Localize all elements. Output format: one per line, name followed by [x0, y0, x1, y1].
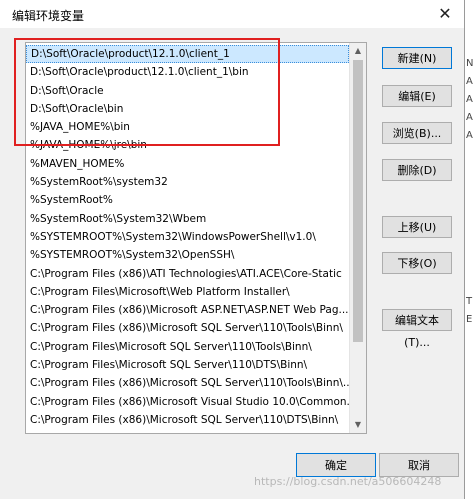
path-list-item[interactable]: %SystemRoot%\System32\Wbem	[26, 210, 349, 228]
background-window-text: T	[466, 296, 473, 307]
browse-button[interactable]: 浏览(B)...	[382, 122, 452, 144]
close-icon[interactable]: ✕	[432, 2, 458, 26]
path-list-item[interactable]: C:\Program Files\Microsoft SQL Server\11…	[26, 338, 349, 356]
path-list-item[interactable]: C:\Program Files\Microsoft SQL Server\11…	[26, 356, 349, 374]
new-button[interactable]: 新建(N)	[382, 47, 452, 69]
path-list-item[interactable]: C:\Program Files (x86)\Microsoft SQL Ser…	[26, 319, 349, 337]
scroll-down-arrow-icon[interactable]: ▼	[350, 417, 366, 433]
background-window-text: A	[466, 94, 473, 105]
move-down-button[interactable]: 下移(O)	[382, 252, 452, 274]
background-window-text: A	[466, 130, 473, 141]
annotation-highlight-box	[14, 38, 280, 146]
path-list-item[interactable]: C:\Program Files (x86)\Microsoft ASP.NET…	[26, 301, 349, 319]
edit-env-variable-dialog: 编辑环境变量 ✕ D:\Soft\Oracle\product\12.1.0\c…	[0, 0, 465, 499]
background-window-text: A	[466, 76, 473, 87]
background-window-text: A	[466, 112, 473, 123]
scroll-thumb[interactable]	[353, 60, 363, 342]
path-list-item[interactable]: C:\Program Files (x86)\Microsoft Visual …	[26, 393, 349, 411]
path-list-item[interactable]: %SystemRoot%\system32	[26, 173, 349, 191]
path-list-item[interactable]: C:\Program Files\Microsoft\Web Platform …	[26, 283, 349, 301]
path-list-item[interactable]: C:\Program Files (x86)\ATI Technologies\…	[26, 265, 349, 283]
scroll-up-arrow-icon[interactable]: ▲	[350, 43, 366, 59]
title-bar: 编辑环境变量 ✕	[0, 0, 464, 28]
edit-text-button[interactable]: 编辑文本(T)...	[382, 309, 452, 349]
delete-button[interactable]: 删除(D)	[382, 159, 452, 181]
path-list-item[interactable]: %SystemRoot%	[26, 191, 349, 209]
dialog-title: 编辑环境变量	[12, 9, 85, 23]
path-list-item[interactable]: %MAVEN_HOME%	[26, 155, 349, 173]
move-up-button[interactable]: 上移(U)	[382, 216, 452, 238]
watermark-text: https://blog.csdn.net/a506604248	[254, 475, 442, 488]
path-list-item[interactable]: C:\Program Files (x86)\Microsoft SQL Ser…	[26, 411, 349, 429]
background-window-text: N	[466, 58, 474, 69]
path-list-item[interactable]: %SYSTEMROOT%\System32\OpenSSH\	[26, 246, 349, 264]
ok-button[interactable]: 确定	[296, 453, 376, 477]
path-list-item[interactable]: C:\Program Files (x86)\Microsoft SQL Ser…	[26, 374, 349, 392]
edit-button[interactable]: 编辑(E)	[382, 85, 452, 107]
background-window-text: E	[466, 314, 473, 325]
cancel-button[interactable]: 取消	[379, 453, 459, 477]
path-list-item[interactable]: %SYSTEMROOT%\System32\WindowsPowerShell\…	[26, 228, 349, 246]
vertical-scrollbar[interactable]: ▲ ▼	[349, 43, 366, 433]
